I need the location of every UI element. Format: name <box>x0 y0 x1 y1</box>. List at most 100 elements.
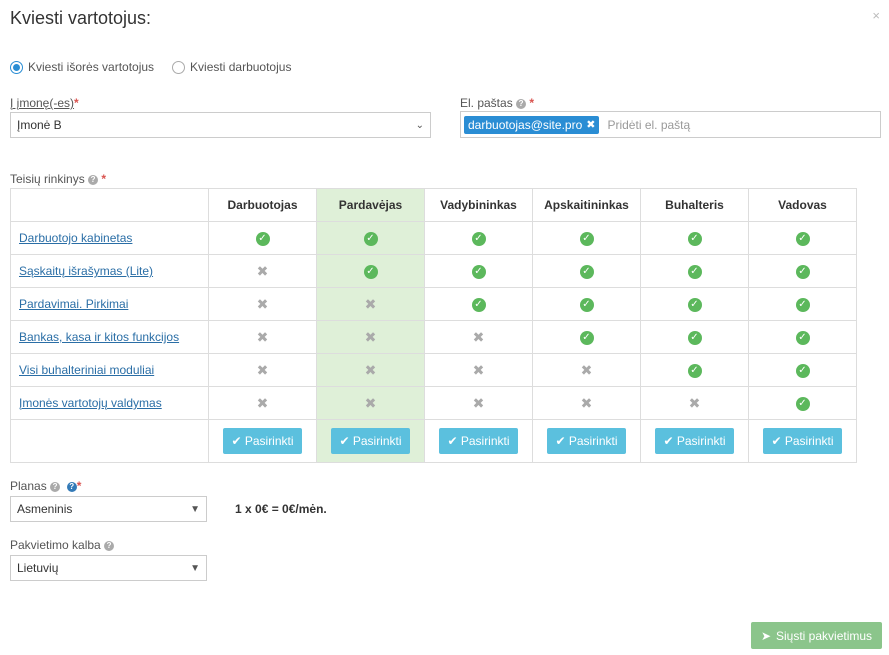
remove-tag-icon[interactable]: ✖ <box>586 118 595 131</box>
check-circle-icon: ✓ <box>687 232 702 246</box>
select-role-label: Pasirinkti <box>352 434 402 448</box>
required-marker: * <box>76 479 82 493</box>
table-cell: ✓ <box>748 386 857 420</box>
check-icon: ✔ <box>447 434 461 448</box>
cross-icon: ✖ <box>256 328 269 345</box>
check-circle-icon: ✓ <box>687 298 702 312</box>
plan-label-text: Planas <box>10 479 47 493</box>
company-select[interactable]: Įmonė B ⌄ <box>10 112 431 138</box>
check-circle-icon: ✓ <box>471 265 486 279</box>
permission-link[interactable]: Pardavimai. Pirkimai <box>19 297 128 311</box>
table-cell: ✓ <box>316 254 425 288</box>
check-circle-icon: ✓ <box>687 331 702 345</box>
check-circle-icon: ✓ <box>363 232 378 246</box>
radio-employees-label: Kviesti darbuotojus <box>190 60 292 74</box>
table-cell: ✖ <box>640 386 749 420</box>
select-role-button[interactable]: ✔ Pasirinkti <box>439 428 518 454</box>
permission-link[interactable]: Sąskaitų išrašymas (Lite) <box>19 264 153 278</box>
table-cell: ✓ <box>640 254 749 288</box>
check-icon: ✔ <box>231 434 245 448</box>
radio-employees[interactable]: Kviesti darbuotojus <box>172 60 291 74</box>
table-cell: ✖ <box>208 353 317 387</box>
email-input[interactable] <box>605 116 810 133</box>
select-role-label: Pasirinkti <box>568 434 618 448</box>
check-icon: ✔ <box>555 434 569 448</box>
table-cell: ✖ <box>208 287 317 321</box>
email-label-text: El. paštas <box>460 96 513 110</box>
select-role-button[interactable]: ✔ Pasirinkti <box>655 428 734 454</box>
check-circle-icon: ✓ <box>579 298 594 312</box>
table-row: Įmonės vartotojų valdymas ✖ ✖ ✖ ✖ ✖ ✓ <box>10 386 857 420</box>
select-role-button[interactable]: ✔ Pasirinkti <box>223 428 302 454</box>
help-icon[interactable]: ? <box>516 98 527 109</box>
table-cell: ✔ Pasirinkti <box>316 419 425 463</box>
table-cell: ✖ <box>316 353 425 387</box>
table-cell: ✓ <box>640 320 749 354</box>
check-circle-icon: ✓ <box>363 265 378 279</box>
select-role-button[interactable]: ✔ Pasirinkti <box>547 428 626 454</box>
check-circle-icon: ✓ <box>687 265 702 279</box>
table-row: Visi buhalteriniai moduliai ✖ ✖ ✖ ✖ ✓ ✓ <box>10 353 857 387</box>
column-header: Vadovas <box>748 188 857 222</box>
permission-link[interactable]: Bankas, kasa ir kitos funkcijos <box>19 330 179 344</box>
table-cell: ✓ <box>640 287 749 321</box>
radio-checked-icon <box>10 60 23 74</box>
select-role-button[interactable]: ✔ Pasirinkti <box>331 428 410 454</box>
table-cell: ✓ <box>424 221 533 255</box>
close-icon[interactable]: × <box>872 8 880 23</box>
select-role-label: Pasirinkti <box>244 434 294 448</box>
table-cell: ✓ <box>532 254 641 288</box>
table-row: Darbuotojo kabinetas ✓ ✓ ✓ ✓ ✓ ✓ <box>10 221 857 255</box>
table-row: Pardavimai. Pirkimai ✖ ✖ ✓ ✓ ✓ ✓ <box>10 287 857 321</box>
check-circle-icon: ✓ <box>795 331 810 345</box>
table-cell: ✓ <box>208 221 317 255</box>
table-cell: ✖ <box>532 386 641 420</box>
select-role-button[interactable]: ✔ Pasirinkti <box>763 428 842 454</box>
send-invitations-button[interactable]: ➤ Siųsti pakvietimus <box>751 622 882 649</box>
company-label-text: Į įmonę(-es) <box>10 96 75 110</box>
table-cell: ✖ <box>424 386 533 420</box>
required-marker: * <box>74 96 79 110</box>
email-tag: darbuotojas@site.pro ✖ <box>464 115 600 134</box>
table-row-label-cell: Bankas, kasa ir kitos funkcijos <box>10 320 209 354</box>
table-cell: ✓ <box>640 221 749 255</box>
permission-link[interactable]: Įmonės vartotojų valdymas <box>19 396 162 410</box>
table-cell: ✖ <box>208 254 317 288</box>
plan-select-value: Asmeninis <box>17 502 73 516</box>
table-cell-empty <box>10 419 209 463</box>
check-circle-icon: ✓ <box>795 364 810 378</box>
language-select[interactable]: Lietuvių ▼ <box>10 555 207 581</box>
help-icon[interactable]: ? <box>50 481 61 492</box>
paper-plane-icon: ➤ <box>760 628 771 643</box>
table-cell: ✓ <box>748 353 857 387</box>
table-cell: ✓ <box>316 221 425 255</box>
email-field[interactable]: darbuotojas@site.pro ✖ <box>460 111 881 138</box>
help-icon[interactable]: ? <box>104 540 115 551</box>
table-cell: ✓ <box>532 287 641 321</box>
help-icon[interactable]: ? <box>88 174 99 185</box>
radio-external-users[interactable]: Kviesti išorės vartotojus <box>10 60 154 74</box>
check-circle-icon: ✓ <box>579 232 594 246</box>
table-cell: ✖ <box>208 320 317 354</box>
table-row-label-cell: Įmonės vartotojų valdymas <box>10 386 209 420</box>
cross-icon: ✖ <box>364 328 377 345</box>
cross-icon: ✖ <box>256 295 269 312</box>
table-cell: ✓ <box>748 221 857 255</box>
check-circle-icon: ✓ <box>795 232 810 246</box>
check-icon: ✔ <box>339 434 353 448</box>
help-icon[interactable]: ? <box>66 481 77 492</box>
company-select-value: Įmonė B <box>17 118 62 132</box>
plan-select[interactable]: Asmeninis ▼ <box>10 496 207 522</box>
cross-icon: ✖ <box>580 394 593 411</box>
table-cell: ✖ <box>424 320 533 354</box>
table-cell: ✖ <box>532 353 641 387</box>
permission-link[interactable]: Darbuotojo kabinetas <box>19 231 132 245</box>
table-cell: ✖ <box>316 287 425 321</box>
cross-icon: ✖ <box>256 394 269 411</box>
table-cell: ✓ <box>748 287 857 321</box>
permission-link[interactable]: Visi buhalteriniai moduliai <box>19 363 154 377</box>
check-circle-icon: ✓ <box>579 331 594 345</box>
table-cell: ✓ <box>424 287 533 321</box>
table-cell: ✔ Pasirinkti <box>532 419 641 463</box>
table-cell: ✓ <box>748 254 857 288</box>
